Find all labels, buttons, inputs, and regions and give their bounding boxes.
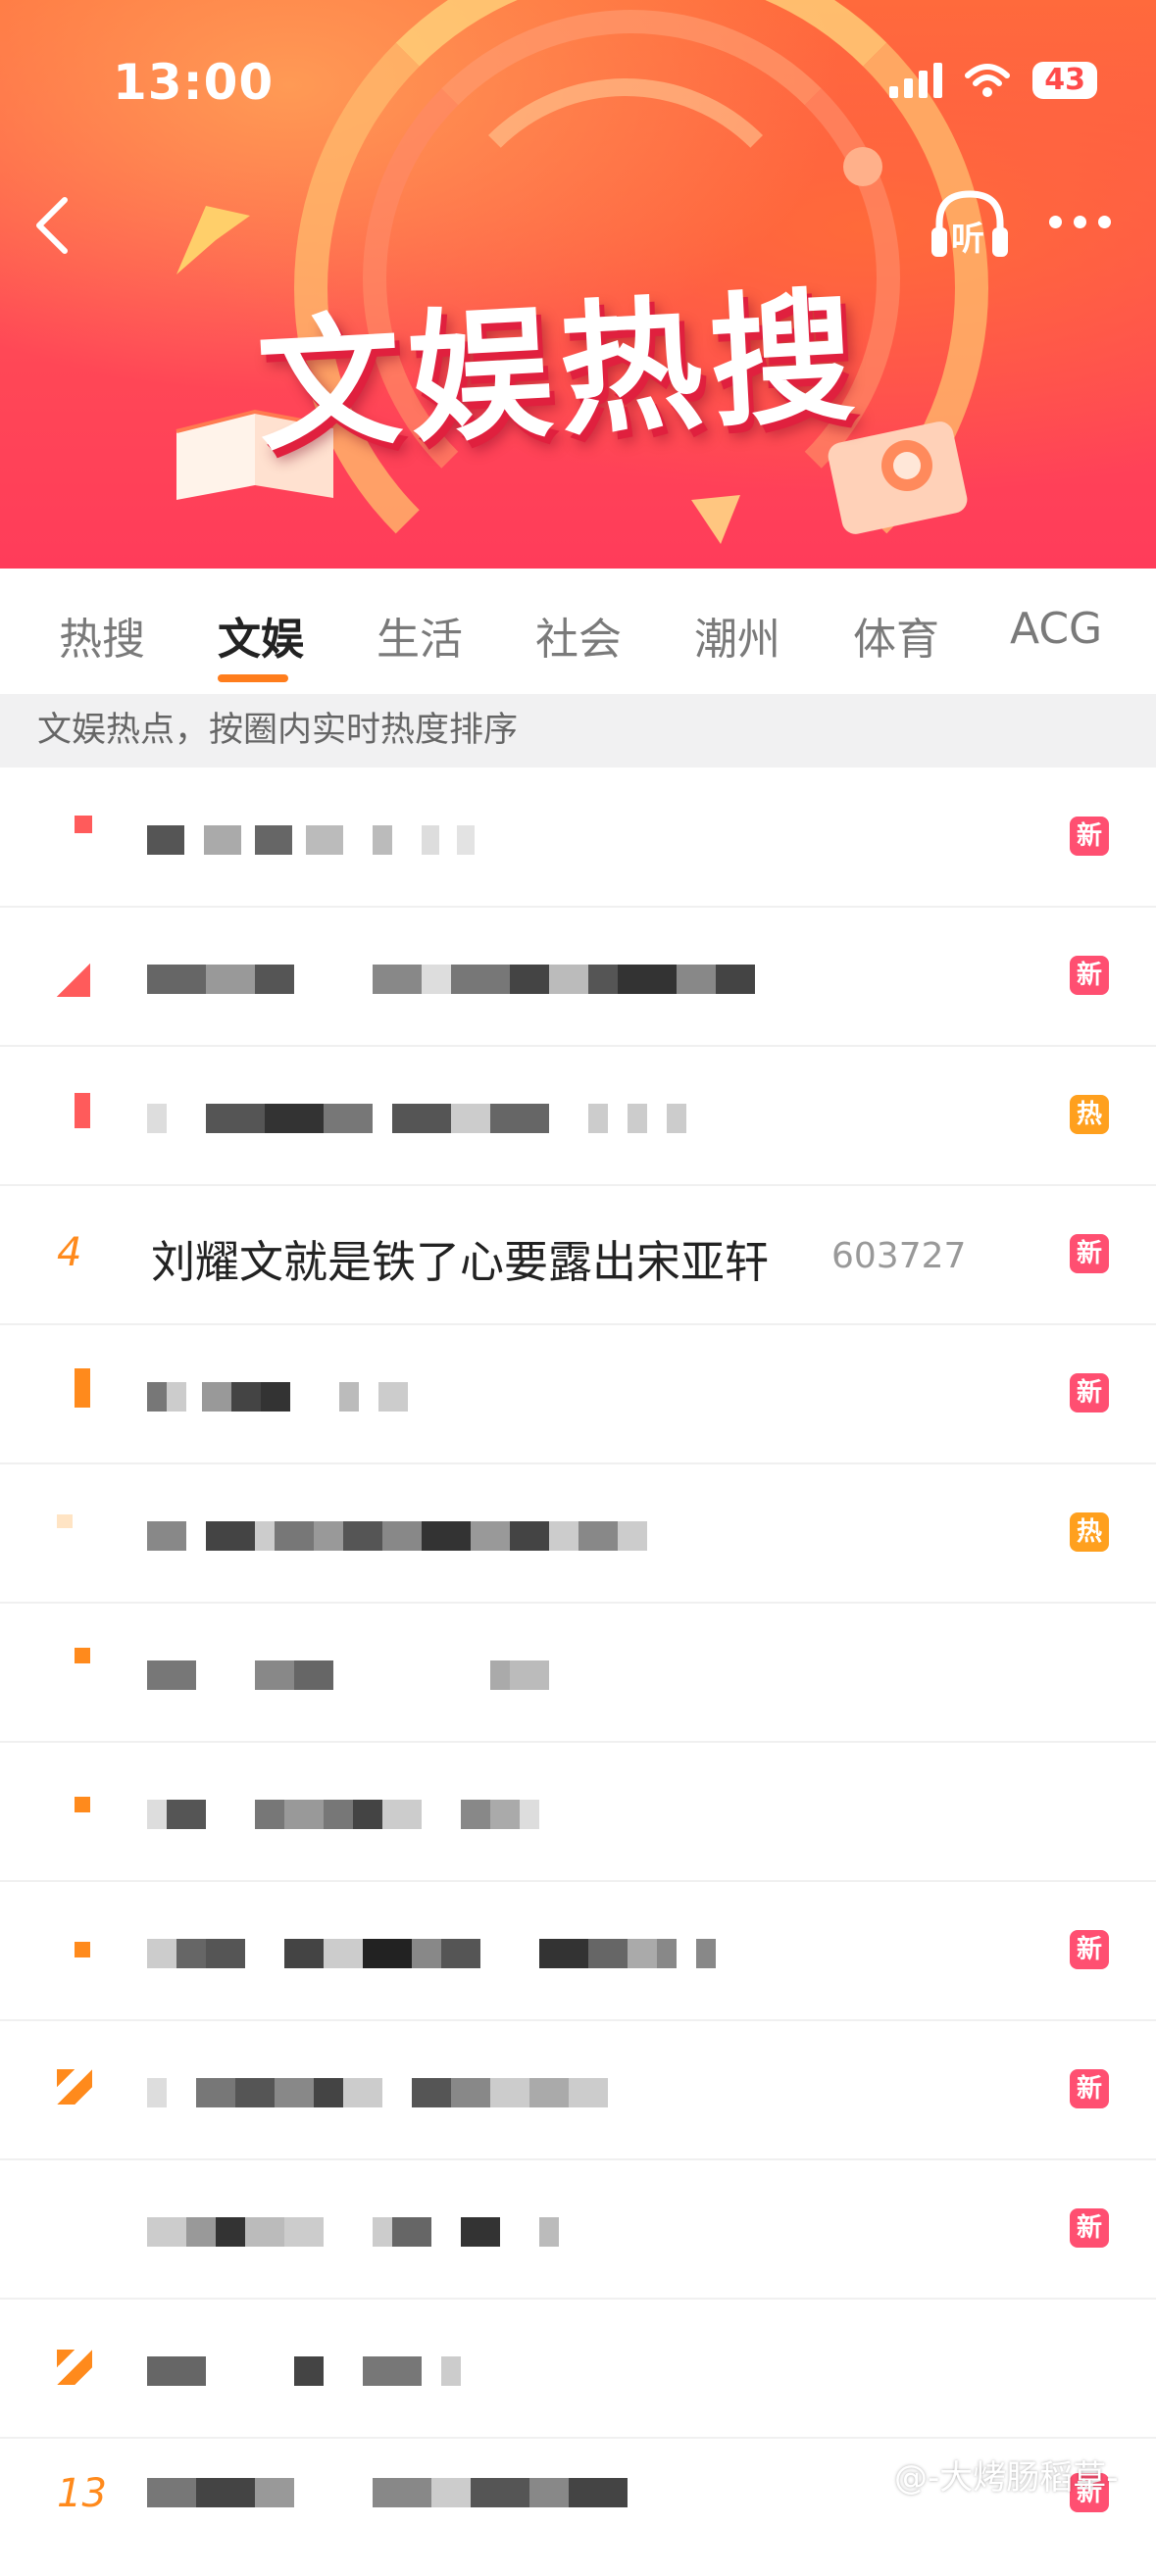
page-title: 文娱热搜 (253, 272, 866, 471)
redacted-title (147, 820, 475, 860)
list-item[interactable]: 4 刘耀文就是铁了心要露出宋亚轩 603727 新 (0, 1185, 1156, 1325)
redacted-title (147, 1377, 408, 1416)
header-banner: 13:00 43 听 文娱热搜 (0, 0, 1156, 569)
tab-society[interactable]: 社会 (535, 604, 622, 667)
redacted-title (147, 1656, 549, 1695)
list-subtitle: 文娱热点，按圈内实时热度排序 (0, 694, 1156, 768)
list-item[interactable]: 新 (0, 2159, 1156, 2300)
rank-marker (57, 2069, 92, 2105)
redacted-title (147, 1934, 716, 1973)
tab-life[interactable]: 生活 (377, 604, 463, 667)
rank-marker (57, 2350, 92, 2385)
tab-chaozhou[interactable]: 潮州 (694, 604, 780, 667)
category-tabs: 热搜 文娱 生活 社会 潮州 体育 ACG (0, 569, 1156, 694)
rank-marker (75, 1797, 90, 1812)
hot-badge: 热 (1070, 1512, 1109, 1552)
tab-acg[interactable]: ACG (1010, 604, 1102, 654)
list-item[interactable]: 新 (0, 2020, 1156, 2160)
rank-marker (57, 1514, 73, 1528)
new-badge: 新 (1070, 817, 1109, 856)
battery-icon: 43 (1032, 62, 1097, 99)
new-badge: 新 (1070, 2069, 1109, 2108)
new-badge: 新 (1070, 956, 1109, 995)
tab-sports[interactable]: 体育 (853, 604, 939, 667)
watermark: @-大烤肠稻草- (894, 2458, 1119, 2498)
rank-marker (57, 964, 90, 997)
wifi-icon (965, 64, 1011, 97)
headphones-icon[interactable]: 听 (930, 186, 1010, 261)
rank-number: 13 (57, 2471, 107, 2516)
tab-entertainment[interactable]: 文娱 (218, 604, 304, 667)
list-item[interactable]: 新 (0, 907, 1156, 1047)
list-item[interactable] (0, 1742, 1156, 1882)
rank-marker (75, 816, 92, 833)
signal-icon (889, 63, 943, 98)
item-title: 刘耀文就是铁了心要露出宋亚轩 (151, 1237, 770, 1287)
redacted-title (147, 2352, 461, 2391)
redacted-title (147, 2212, 559, 2252)
tab-hot-search[interactable]: 热搜 (59, 604, 145, 667)
new-badge: 新 (1070, 2208, 1109, 2248)
redacted-title (147, 1516, 647, 1556)
rank-marker (75, 1648, 90, 1663)
list-item[interactable] (0, 1603, 1156, 1743)
redacted-title (147, 2073, 608, 2112)
back-icon[interactable] (31, 196, 71, 255)
flag-decoration (176, 206, 250, 274)
list-item[interactable]: 新 (0, 1324, 1156, 1464)
list-item[interactable]: 新 (0, 1881, 1156, 2021)
heat-count: 603727 (831, 1236, 967, 1276)
list-item[interactable]: 热 (0, 1463, 1156, 1604)
list-item[interactable] (0, 2299, 1156, 2439)
new-badge: 新 (1070, 1930, 1109, 1969)
list-item[interactable]: 热 (0, 1046, 1156, 1186)
list-item[interactable]: 新 (0, 768, 1156, 908)
redacted-title (147, 1099, 686, 1138)
rank-marker (75, 1368, 90, 1408)
active-tab-indicator (218, 674, 288, 682)
rank-marker (75, 1942, 90, 1957)
redacted-title (147, 960, 755, 999)
triangle-decoration (691, 495, 740, 544)
redacted-title (147, 1795, 539, 1834)
status-bar: 13:00 43 (113, 54, 1097, 113)
new-badge: 新 (1070, 1373, 1109, 1412)
redacted-title (147, 2473, 628, 2512)
rank-number: 4 (57, 1230, 82, 1275)
rank-marker (75, 1093, 90, 1128)
planet-decoration (843, 147, 882, 186)
more-icon[interactable] (1049, 216, 1111, 228)
listen-label: 听 (951, 220, 984, 259)
status-time: 13:00 (113, 54, 275, 111)
hot-badge: 热 (1070, 1095, 1109, 1134)
new-badge: 新 (1070, 1234, 1109, 1273)
